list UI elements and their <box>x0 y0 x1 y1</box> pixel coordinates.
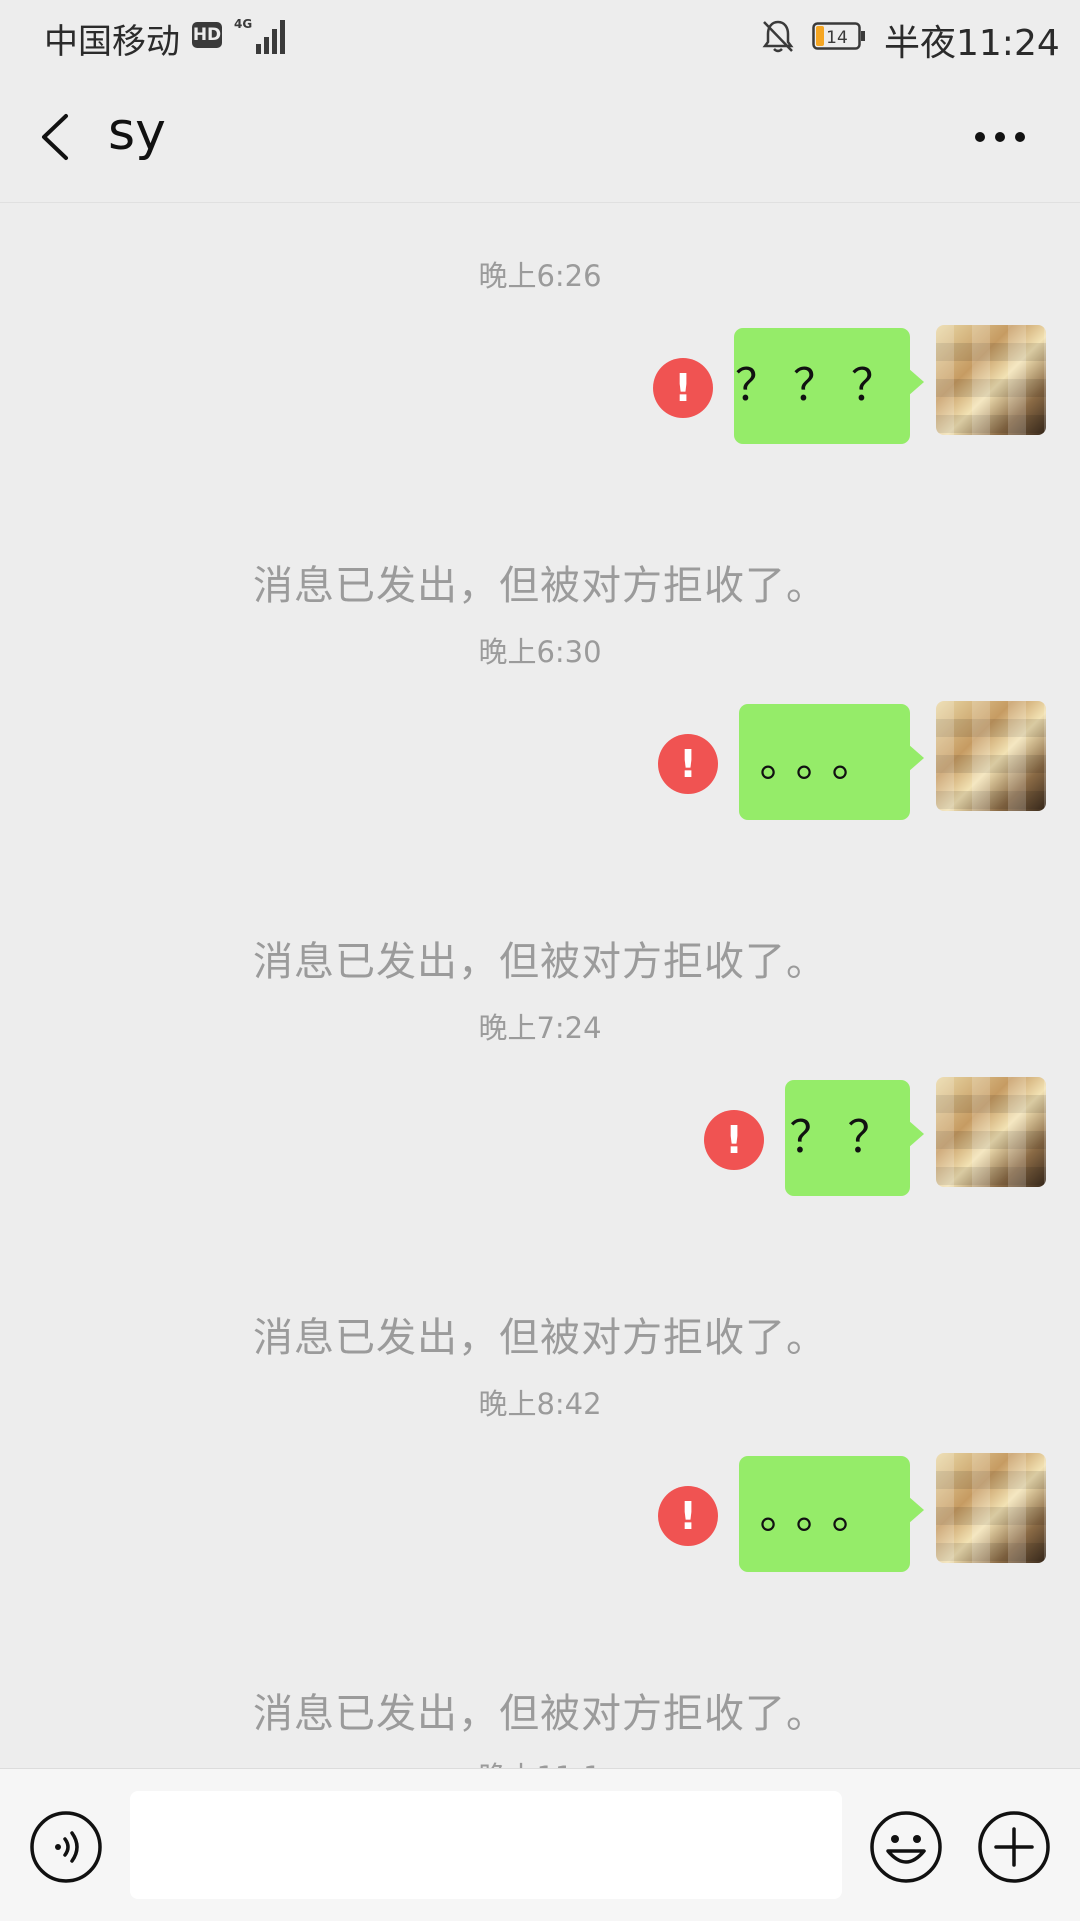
signal-icon: 4G <box>234 17 285 54</box>
chat-title: sy <box>108 102 166 162</box>
message-timestamp: 晚上7:24 <box>478 1011 602 1045</box>
message-bubble[interactable]: ？？ <box>785 1080 924 1196</box>
status-bar: 中国移动 HD 4G 14 半夜11:24 <box>0 0 1080 72</box>
message-bubble[interactable]: ？？？ <box>734 328 924 444</box>
message-group: 晚上7:24 ! ？？ 消息已发出，但被对方拒收了。 <box>0 1005 1080 1381</box>
network-label: 4G <box>234 17 252 31</box>
message-timestamp: 晚上11:1 <box>0 1754 1080 1768</box>
system-notice: 消息已发出，但被对方拒收了。 <box>253 563 827 609</box>
avatar[interactable] <box>936 1077 1046 1187</box>
error-exclamation-icon[interactable]: ! <box>704 1110 764 1170</box>
emoji-icon[interactable] <box>868 1809 944 1885</box>
carrier-name: 中国移动 <box>44 22 180 62</box>
message-timestamp: 晚上6:30 <box>478 635 602 669</box>
message-list[interactable]: 晚上6:26 ! ？？？ 消息已发出，但被对方拒收了。 晚上6:30 ! 。。。… <box>0 203 1080 1768</box>
message-group: 晚上8:42 ! 。。。 消息已发出，但被对方拒收了。 <box>0 1381 1080 1757</box>
chat-header: sy <box>0 72 1080 203</box>
avatar[interactable] <box>936 701 1046 811</box>
message-bubble[interactable]: 。。。 <box>739 704 924 820</box>
error-exclamation-icon[interactable]: ! <box>658 1486 718 1546</box>
mute-bell-icon <box>762 20 794 53</box>
system-notice: 消息已发出，但被对方拒收了。 <box>253 1691 827 1737</box>
input-bar <box>0 1768 1080 1921</box>
error-exclamation-icon[interactable]: ! <box>653 358 713 418</box>
message-group: 晚上6:26 ! ？？？ 消息已发出，但被对方拒收了。 <box>0 253 1080 629</box>
battery-icon: 14 <box>812 22 865 50</box>
hd-badge: HD <box>192 22 222 48</box>
avatar[interactable] <box>936 1453 1046 1563</box>
voice-icon[interactable] <box>28 1809 104 1885</box>
more-dots-icon[interactable] <box>968 112 1032 162</box>
battery-level: 14 <box>826 28 848 48</box>
message-group: 晚上6:30 ! 。。。 消息已发出，但被对方拒收了。 <box>0 629 1080 1005</box>
error-exclamation-icon[interactable]: ! <box>658 734 718 794</box>
plus-icon[interactable] <box>976 1809 1052 1885</box>
message-input[interactable] <box>130 1791 842 1899</box>
message-timestamp: 晚上6:26 <box>478 259 602 293</box>
message-bubble[interactable]: 。。。 <box>739 1456 924 1572</box>
status-time: 半夜11:24 <box>884 23 1060 64</box>
system-notice: 消息已发出，但被对方拒收了。 <box>253 939 827 985</box>
avatar[interactable] <box>936 325 1046 435</box>
system-notice: 消息已发出，但被对方拒收了。 <box>253 1315 827 1361</box>
message-timestamp: 晚上8:42 <box>478 1387 602 1421</box>
chevron-left-icon[interactable] <box>30 104 86 170</box>
